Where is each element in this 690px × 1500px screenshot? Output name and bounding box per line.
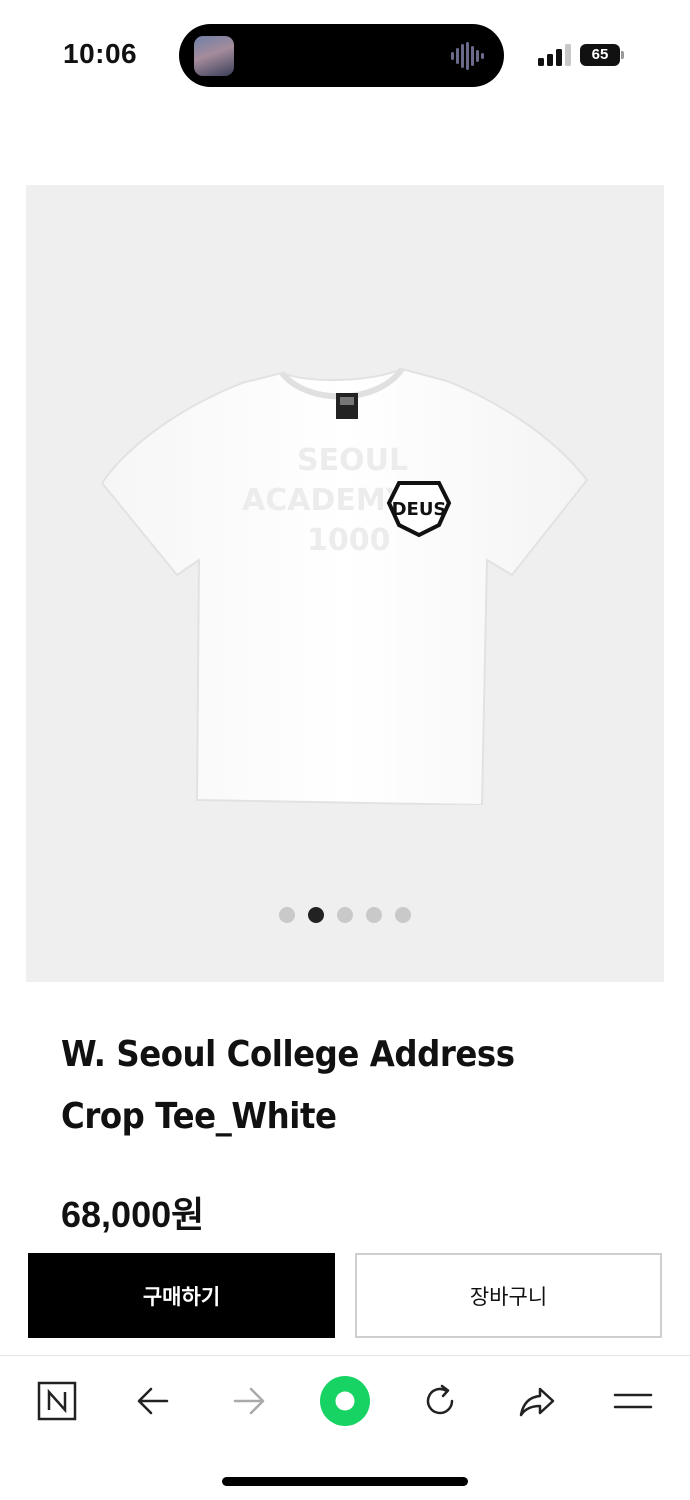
browser-toolbar xyxy=(0,1355,690,1446)
carousel-pager[interactable] xyxy=(26,907,664,923)
svg-text:ACADEMY: ACADEMY xyxy=(242,483,409,518)
svg-text:SEOUL: SEOUL xyxy=(297,443,408,478)
dynamic-island[interactable] xyxy=(179,24,504,87)
status-time: 10:06 xyxy=(63,38,138,69)
product-price: 68,000원 xyxy=(61,1194,205,1235)
now-playing-artwork xyxy=(194,36,234,76)
status-bar: 10:06 65 xyxy=(0,0,690,110)
carousel-dot-2-active[interactable] xyxy=(308,907,324,923)
battery-tip xyxy=(621,51,624,59)
battery-level: 65 xyxy=(580,44,620,66)
forward-arrow-icon[interactable] xyxy=(222,1374,276,1428)
carousel-dot-3[interactable] xyxy=(337,907,353,923)
product-tshirt-image: SEOUL ACADEMY 1000 DEUS xyxy=(102,367,589,805)
carousel-dot-5[interactable] xyxy=(395,907,411,923)
svg-text:DEUS: DEUS xyxy=(392,499,447,520)
svg-text:1000: 1000 xyxy=(307,523,391,558)
menu-icon[interactable] xyxy=(606,1374,660,1428)
product-image-carousel[interactable]: SEOUL ACADEMY 1000 DEUS xyxy=(26,185,664,982)
back-arrow-icon[interactable] xyxy=(126,1374,180,1428)
product-title: W. Seoul College Address Crop Tee_White xyxy=(61,1034,515,1137)
naver-logo-icon[interactable] xyxy=(30,1374,84,1428)
refresh-icon[interactable] xyxy=(413,1374,467,1428)
carousel-dot-4[interactable] xyxy=(366,907,382,923)
share-icon[interactable] xyxy=(510,1374,564,1428)
carousel-dot-1[interactable] xyxy=(279,907,295,923)
buy-now-button[interactable]: 구매하기 xyxy=(28,1253,335,1338)
green-dot-icon[interactable] xyxy=(318,1374,372,1428)
audio-waveform-icon xyxy=(451,42,484,70)
cellular-signal-icon xyxy=(538,44,571,66)
add-to-cart-button[interactable]: 장바구니 xyxy=(355,1253,662,1338)
home-indicator[interactable] xyxy=(222,1477,468,1486)
battery-indicator: 65 xyxy=(580,44,626,66)
